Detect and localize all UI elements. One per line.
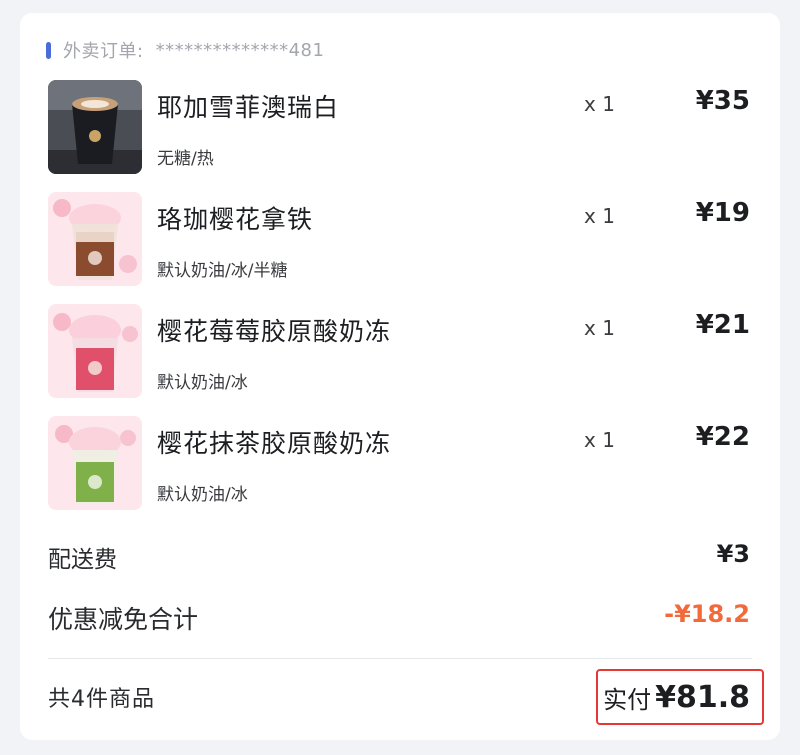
list-item[interactable]: 樱花抹茶胶原酸奶冻 默认奶油/冰 x 1 ¥22	[48, 416, 752, 510]
product-image	[48, 304, 142, 398]
product-image	[48, 192, 142, 286]
order-label: 外卖订单:	[63, 41, 144, 62]
discount-label: 优惠减免合计	[48, 605, 199, 634]
paid-value: ¥81.8	[655, 679, 750, 715]
item-count: 共4件商品	[48, 687, 155, 712]
list-item[interactable]: 樱花莓莓胶原酸奶冻 默认奶油/冰 x 1 ¥21	[48, 304, 752, 398]
item-quantity: x 1	[584, 316, 615, 340]
item-name: 樱花莓莓胶原酸奶冻	[157, 317, 392, 346]
paid-label: 实付	[603, 685, 652, 714]
item-price: ¥35	[695, 86, 750, 116]
item-name: 樱花抹茶胶原酸奶冻	[157, 429, 392, 458]
list-item[interactable]: 耶加雪菲澳瑞白 无糖/热 x 1 ¥35	[48, 80, 752, 174]
order-number: **************481	[155, 39, 325, 61]
item-quantity: x 1	[584, 428, 615, 452]
order-header: 外卖订单: **************481	[46, 37, 324, 63]
product-image	[48, 80, 142, 174]
delivery-fee-label: 配送费	[48, 547, 117, 573]
divider	[48, 658, 752, 659]
discount-value: -¥18.2	[664, 600, 750, 628]
product-image	[48, 416, 142, 510]
delivery-fee-value: ¥3	[716, 540, 750, 568]
item-price: ¥22	[695, 422, 750, 452]
item-spec: 无糖/热	[157, 149, 214, 169]
item-spec: 默认奶油/冰/半糖	[157, 261, 288, 281]
discount-row: 优惠减免合计 -¥18.2	[48, 600, 752, 634]
item-quantity: x 1	[584, 204, 615, 228]
accent-bar	[46, 41, 51, 59]
order-card: 外卖订单: **************481 耶加雪菲澳瑞白 无糖/热 x 1…	[20, 13, 780, 740]
delivery-fee-row: 配送费 ¥3	[48, 540, 752, 574]
item-name: 耶加雪菲澳瑞白	[157, 93, 340, 122]
paid-total-box: 实付 ¥81.8	[596, 669, 764, 725]
item-spec: 默认奶油/冰	[157, 373, 248, 393]
item-name: 珞珈樱花拿铁	[157, 205, 314, 234]
item-quantity: x 1	[584, 92, 615, 116]
item-spec: 默认奶油/冰	[157, 485, 248, 505]
item-price: ¥19	[695, 198, 750, 228]
list-item[interactable]: 珞珈樱花拿铁 默认奶油/冰/半糖 x 1 ¥19	[48, 192, 752, 286]
item-price: ¥21	[695, 310, 750, 340]
